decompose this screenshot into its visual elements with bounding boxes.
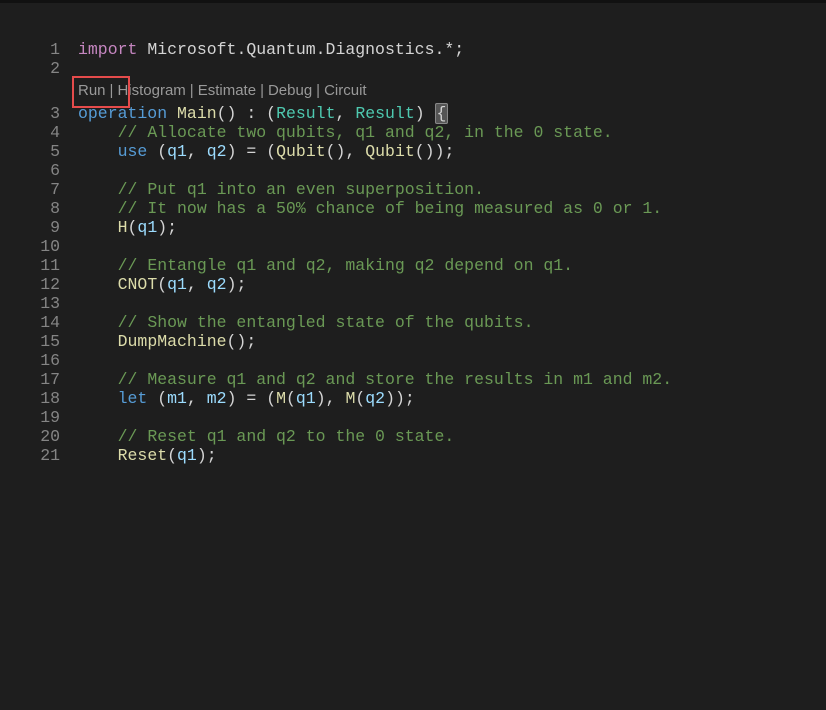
gutter-empty [0,78,78,104]
code-line[interactable]: // Measure q1 and q2 and store the resul… [78,370,826,389]
codelens-run[interactable]: Run [78,82,106,99]
line-number: 2 [0,59,78,78]
code-editor[interactable]: 1 import Microsoft.Quantum.Diagnostics.*… [0,0,826,710]
line-number: 1 [0,40,78,59]
variable: q2 [207,275,227,294]
line-number: 6 [0,161,78,180]
line-number: 19 [0,408,78,427]
comment: // Put q1 into an even superposition. [118,180,484,199]
function-call: Reset [118,446,168,465]
type-result: Result [276,104,335,123]
code-line[interactable]: // Show the entangled state of the qubit… [78,313,826,332]
variable: m1 [167,389,187,408]
variable: q2 [365,389,385,408]
codelens-row: Run|Histogram|Estimate|Debug|Circuit [78,78,826,104]
namespace: Microsoft.Quantum.Diagnostics.*; [137,40,464,59]
variable: m2 [207,389,227,408]
line-number: 5 [0,142,78,161]
function-call: M [276,389,286,408]
variable: q1 [177,446,197,465]
line-number: 20 [0,427,78,446]
code-line[interactable]: Reset(q1); [78,446,826,465]
codelens-estimate[interactable]: Estimate [198,82,256,99]
function-call: M [345,389,355,408]
line-number: 14 [0,313,78,332]
variable: q1 [296,389,316,408]
function-name: Main [177,104,217,123]
code-line[interactable] [78,59,826,78]
line-number: 16 [0,351,78,370]
code-line[interactable]: DumpMachine(); [78,332,826,351]
line-number: 11 [0,256,78,275]
tab-bar [0,0,826,3]
variable: q2 [207,142,227,161]
keyword-operation: operation [78,104,167,123]
code-line[interactable]: // Allocate two qubits, q1 and q2, in th… [78,123,826,142]
line-number: 7 [0,180,78,199]
variable: q1 [137,218,157,237]
function-call: H [118,218,128,237]
code-line[interactable]: // It now has a 50% chance of being meas… [78,199,826,218]
code-line[interactable] [78,161,826,180]
code-line[interactable]: import Microsoft.Quantum.Diagnostics.*; [78,40,826,59]
line-number: 9 [0,218,78,237]
variable: q1 [167,142,187,161]
line-number: 8 [0,199,78,218]
variable: q1 [167,275,187,294]
codelens-debug[interactable]: Debug [268,82,312,99]
codelens-circuit[interactable]: Circuit [324,82,367,99]
code-line[interactable]: let (m1, m2) = (M(q1), M(q2)); [78,389,826,408]
comment: // It now has a 50% chance of being meas… [118,199,663,218]
line-number: 13 [0,294,78,313]
code-line[interactable]: CNOT(q1, q2); [78,275,826,294]
brace-open: { [435,103,449,124]
code-line[interactable] [78,294,826,313]
comment: // Reset q1 and q2 to the 0 state. [118,427,455,446]
function-call: DumpMachine [118,332,227,351]
line-number: 10 [0,237,78,256]
code-line[interactable]: // Put q1 into an even superposition. [78,180,826,199]
keyword-use: use [118,142,148,161]
keyword-let: let [118,389,148,408]
line-number: 12 [0,275,78,294]
code-line[interactable] [78,408,826,427]
comment: // Measure q1 and q2 and store the resul… [118,370,673,389]
code-line[interactable]: use (q1, q2) = (Qubit(), Qubit()); [78,142,826,161]
line-number: 17 [0,370,78,389]
code-line[interactable]: // Entangle q1 and q2, making q2 depend … [78,256,826,275]
keyword-import: import [78,40,137,59]
function-call: Qubit [365,142,415,161]
code-line[interactable]: H(q1); [78,218,826,237]
function-call: Qubit [276,142,326,161]
code-line[interactable]: // Reset q1 and q2 to the 0 state. [78,427,826,446]
line-number: 15 [0,332,78,351]
comment: // Entangle q1 and q2, making q2 depend … [118,256,573,275]
comment: // Allocate two qubits, q1 and q2, in th… [118,123,613,142]
codelens-histogram[interactable]: Histogram [117,82,185,99]
line-number: 3 [0,104,78,123]
function-call: CNOT [118,275,158,294]
comment: // Show the entangled state of the qubit… [118,313,534,332]
code-line[interactable] [78,351,826,370]
type-result: Result [355,104,414,123]
line-number: 4 [0,123,78,142]
code-line[interactable]: operation Main() : (Result, Result) { [78,104,826,123]
line-number: 21 [0,446,78,465]
code-line[interactable] [78,237,826,256]
line-number: 18 [0,389,78,408]
